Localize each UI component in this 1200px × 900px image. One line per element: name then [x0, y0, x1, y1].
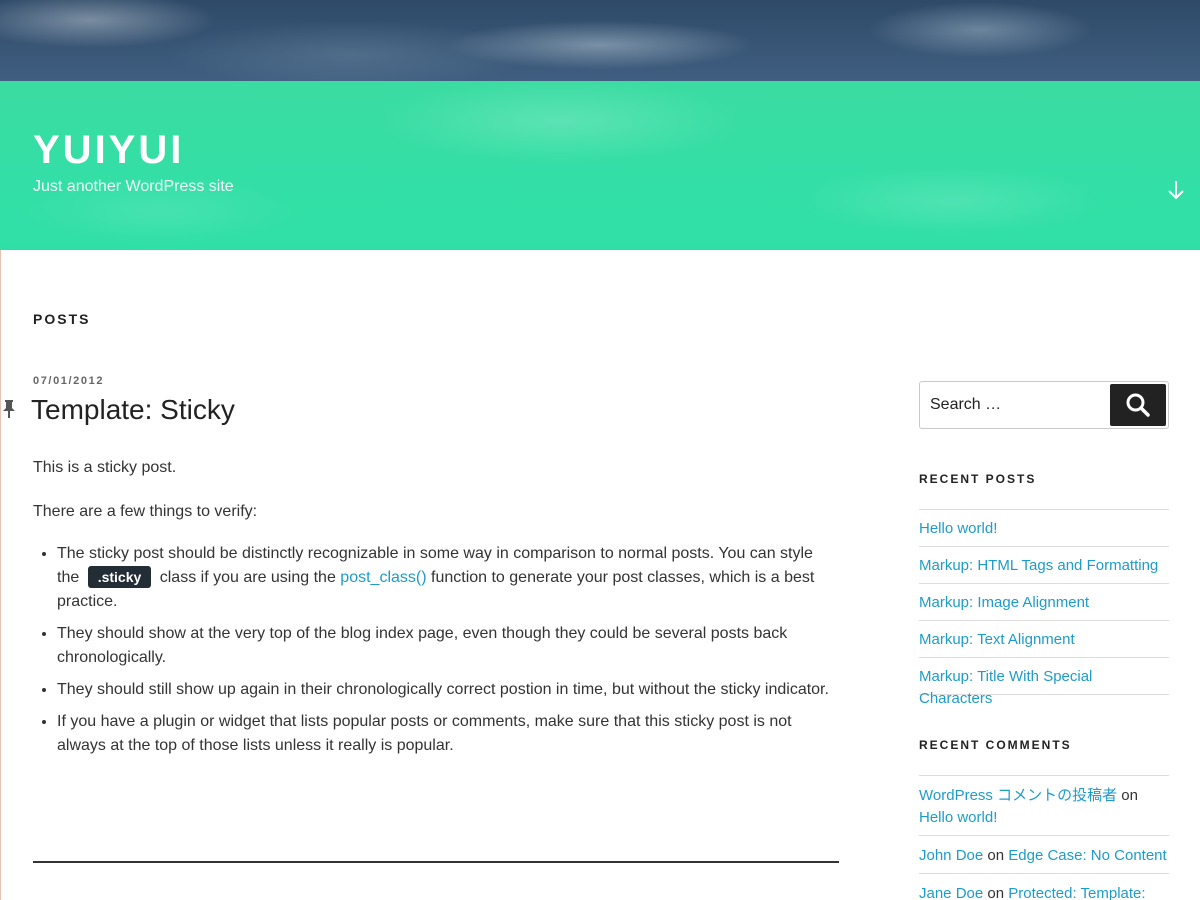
list-item: Markup: Title With Special Characters — [919, 658, 1169, 707]
list-item: Jane Doe on Protected: Template: — [919, 874, 1169, 900]
search-input[interactable] — [930, 382, 1110, 428]
post-paragraph: This is a sticky post. — [33, 459, 177, 476]
list-item: Hello world! — [919, 510, 1169, 547]
on-text: on — [987, 885, 1005, 900]
comment-post-link[interactable]: Hello world! — [919, 809, 997, 826]
comment-author-link[interactable]: Jane Doe — [919, 885, 983, 900]
post-paragraph: There are a few things to verify: — [33, 503, 258, 520]
comment-post-link[interactable]: Protected: Template: — [1008, 885, 1145, 900]
recent-post-link[interactable]: Markup: Title With Special Characters — [919, 668, 1092, 707]
post-divider — [33, 861, 839, 863]
post-class-link[interactable]: post_class() — [340, 569, 426, 586]
left-edge-border — [0, 250, 1, 900]
recent-post-link[interactable]: Markup: HTML Tags and Formatting — [919, 557, 1158, 574]
recent-post-link[interactable]: Markup: Image Alignment — [919, 594, 1089, 611]
list-item: John Doe on Edge Case: No Content — [919, 836, 1169, 874]
list-item: The sticky post should be distinctly rec… — [57, 542, 839, 614]
list-item: Markup: HTML Tags and Formatting — [919, 547, 1169, 584]
list-item: Markup: Image Alignment — [919, 584, 1169, 621]
code-snippet: .sticky — [87, 566, 152, 588]
arrow-down-icon[interactable] — [1165, 177, 1187, 203]
page-title: POSTS — [33, 311, 91, 327]
recent-post-link[interactable]: Markup: Text Alignment — [919, 631, 1075, 648]
comment-author-link[interactable]: WordPress コメントの投稿者 — [919, 787, 1117, 804]
list-item: Markup: Text Alignment — [919, 621, 1169, 658]
recent-post-link[interactable]: Hello world! — [919, 520, 997, 537]
on-text: on — [1121, 787, 1138, 804]
post-bullet-list: The sticky post should be distinctly rec… — [33, 542, 839, 758]
list-item: WordPress コメントの投稿者 on Hello world! — [919, 776, 1169, 836]
recent-comments-title: RECENT COMMENTS — [919, 738, 1072, 752]
on-text: on — [987, 847, 1005, 864]
list-item: They should show at the very top of the … — [57, 622, 839, 670]
post-date[interactable]: 07/01/2012 — [33, 375, 104, 387]
post-title[interactable]: Template: Sticky — [31, 394, 235, 426]
site-description: Just another WordPress site — [33, 178, 234, 195]
search-form — [919, 381, 1169, 429]
site-header — [0, 0, 1200, 250]
comment-author-link[interactable]: John Doe — [919, 847, 983, 864]
search-icon — [1125, 393, 1151, 421]
post-content: This is a sticky post. There are a few t… — [33, 456, 839, 766]
list-item: They should still show up again in their… — [57, 678, 839, 702]
search-button[interactable] — [1110, 384, 1166, 426]
comment-post-link[interactable]: Edge Case: No Content — [1008, 847, 1166, 864]
pushpin-icon — [1, 399, 17, 419]
list-item: If you have a plugin or widget that list… — [57, 710, 839, 758]
bullet-text: class if you are using the — [159, 569, 336, 586]
recent-comments-list: WordPress コメントの投稿者 on Hello world! John … — [919, 775, 1169, 900]
site-title[interactable]: YUIYUI — [33, 128, 184, 173]
recent-posts-title: RECENT POSTS — [919, 472, 1037, 486]
recent-posts-list: Hello world! Markup: HTML Tags and Forma… — [919, 509, 1169, 707]
